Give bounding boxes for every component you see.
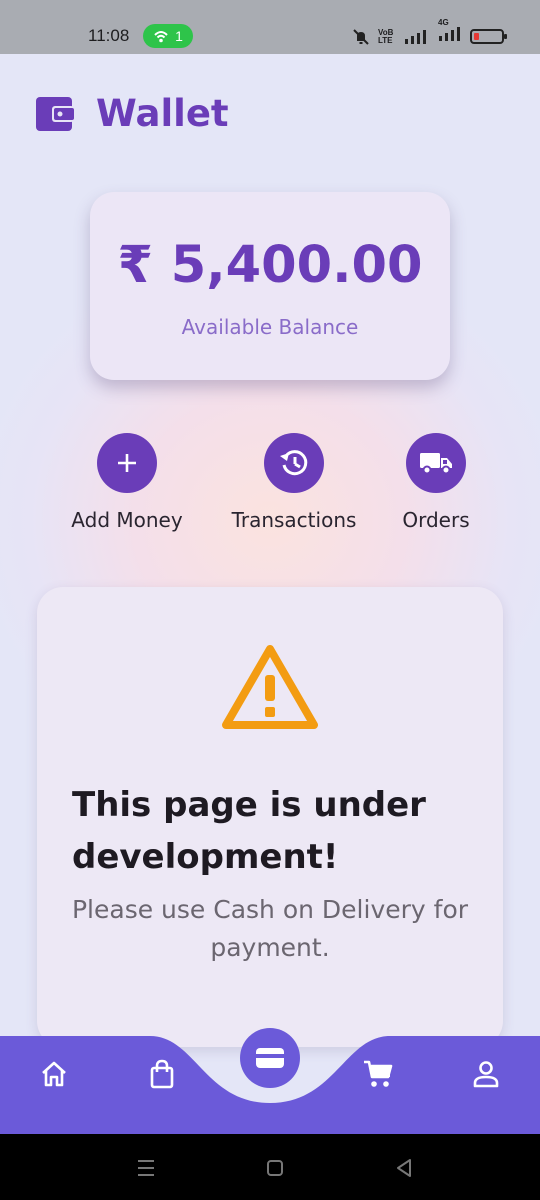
orders-circle[interactable] (406, 433, 466, 493)
data-indicator: 4G (436, 18, 462, 47)
balance-label: Available Balance (181, 315, 359, 339)
system-nav-bar (0, 1134, 540, 1200)
page-title: Wallet (96, 92, 229, 135)
transactions-button[interactable]: Transactions (224, 433, 364, 532)
balance-amount: ₹ 5,400.00 (117, 236, 423, 295)
status-time: 11:08 (88, 26, 130, 45)
wallet-icon (256, 1048, 284, 1068)
transactions-circle[interactable] (264, 433, 324, 493)
transactions-label: Transactions (231, 508, 357, 532)
notice-title: This page is under development! (72, 785, 426, 877)
battery-icon (470, 29, 507, 44)
balance-card: ₹ 5,400.00 Available Balance (90, 192, 450, 380)
plus-icon (118, 454, 136, 472)
status-bar: 11:08 1 VoB LTE 4G (0, 0, 540, 54)
wallet-icon (36, 96, 74, 131)
add-money-circle[interactable] (97, 433, 157, 493)
menu-icon[interactable] (134, 1156, 158, 1180)
home-button-icon[interactable] (263, 1156, 287, 1180)
mute-icon (353, 28, 369, 45)
truck-icon (420, 453, 452, 475)
profile-icon (473, 1061, 499, 1088)
back-icon[interactable] (392, 1156, 416, 1180)
status-icons: VoB LTE 4G (352, 18, 507, 47)
hotspot-indicator: 1 (143, 24, 193, 48)
signal-icon-2 (439, 27, 460, 41)
home-icon (42, 1061, 66, 1087)
add-money-button[interactable]: Add Money (67, 433, 187, 532)
nav-home[interactable] (38, 1058, 70, 1090)
history-icon (280, 450, 308, 476)
add-money-label: Add Money (71, 508, 183, 532)
notice-card: This page is under development! Please u… (37, 587, 503, 1047)
hotspot-icon (154, 31, 168, 43)
nav-profile[interactable] (470, 1058, 502, 1090)
warning-icon (222, 645, 318, 729)
orders-label: Orders (402, 508, 470, 532)
signal-icon (405, 29, 426, 44)
shopping-bag-icon (150, 1059, 174, 1089)
notice-message: Please use Cash on Delivery for payment. (71, 895, 469, 962)
nav-wallet[interactable] (240, 1028, 300, 1088)
cart-icon (364, 1060, 393, 1087)
hotspot-count: 1 (175, 28, 183, 44)
network-label: VoB LTE (378, 27, 394, 45)
page-header: Wallet (36, 92, 229, 135)
nav-shop[interactable] (146, 1058, 178, 1090)
nav-cart[interactable] (362, 1058, 394, 1090)
orders-button[interactable]: Orders (391, 433, 481, 532)
